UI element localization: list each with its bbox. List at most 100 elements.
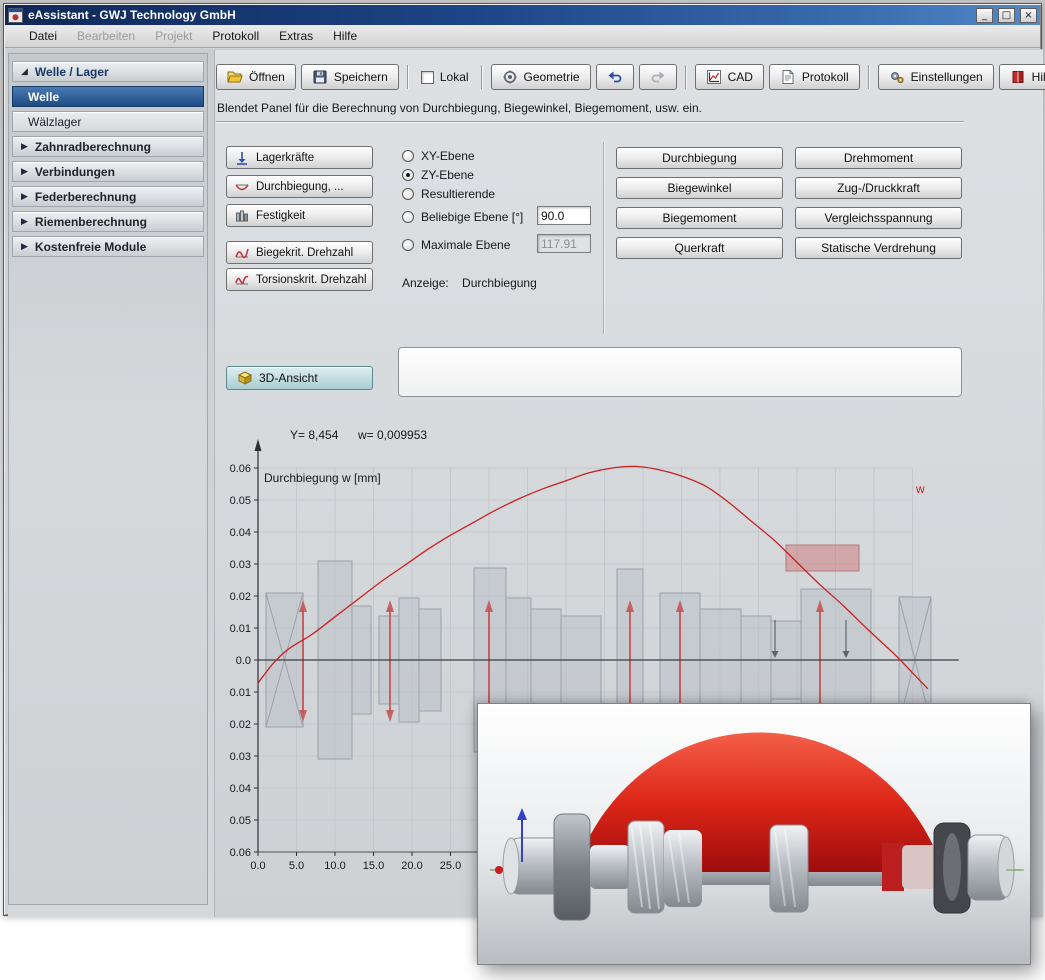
svg-text:0.02: 0.02 xyxy=(230,591,251,603)
radio-circle[interactable] xyxy=(402,211,414,223)
collapsed-indicator-icon: ▶ xyxy=(21,192,28,202)
result-label: Biegemoment xyxy=(662,211,736,225)
save-button[interactable]: Speichern xyxy=(301,64,399,90)
radio-circle[interactable] xyxy=(402,188,414,200)
durchbiegung-button[interactable]: Durchbiegung, ... xyxy=(226,175,373,198)
radio-xy-ebene[interactable]: XY-Ebene xyxy=(402,149,475,163)
sidebar-section-label: Verbindungen xyxy=(35,165,115,179)
cad-button-label: CAD xyxy=(728,70,753,84)
sidebar-item-waelzlager[interactable]: Wälzlager xyxy=(12,111,204,132)
lokal-checkbox[interactable] xyxy=(421,71,434,84)
sidebar-section-label: Federberechnung xyxy=(35,190,136,204)
protokoll-button[interactable]: Protokoll xyxy=(769,64,860,90)
radio-circle[interactable] xyxy=(402,150,414,162)
menu-item-bearbeiten: Bearbeiten xyxy=(77,29,135,43)
3d-preview-panel[interactable] xyxy=(477,703,1031,965)
svg-text:0.0: 0.0 xyxy=(250,860,265,872)
svg-text:10.0: 10.0 xyxy=(324,860,345,872)
menu-item-protokoll[interactable]: Protokoll xyxy=(212,29,259,43)
biegekrit-button[interactable]: Biegekrit. Drehzahl xyxy=(226,241,373,264)
sidebar-section-verbindungen[interactable]: ▶ Verbindungen xyxy=(12,161,204,182)
title-bar[interactable]: eAssistant - GWJ Technology GmbH _ □ × xyxy=(5,5,1040,25)
protokoll-button-label: Protokoll xyxy=(802,70,849,84)
torsionskrit-label: Torsionskrit. Drehzahl xyxy=(256,274,367,286)
result-button-biegemoment[interactable]: Biegemoment xyxy=(616,207,783,229)
maximize-button[interactable]: □ xyxy=(998,8,1015,23)
geometrie-button[interactable]: Geometrie xyxy=(491,64,591,90)
help-button[interactable]: Hilfe xyxy=(999,64,1045,90)
radio-maximale-ebene[interactable]: Maximale Ebene xyxy=(402,238,510,252)
svg-text:-0.03: -0.03 xyxy=(230,751,251,763)
shaft-segment xyxy=(902,845,938,889)
settings-gears-icon xyxy=(889,69,905,85)
lokal-checkbox-group[interactable]: Lokal xyxy=(417,70,473,84)
result-button-vergleichsspannung[interactable]: Vergleichsspannung xyxy=(795,207,962,229)
shaft-red-band xyxy=(882,843,904,891)
toolbar-separator xyxy=(407,65,409,89)
svg-text:0.03: 0.03 xyxy=(230,559,251,571)
menu-item-datei[interactable]: Datei xyxy=(29,29,57,43)
toolbar-separator xyxy=(868,65,870,89)
festigkeit-button[interactable]: Festigkeit xyxy=(226,204,373,227)
bending-critical-speed-icon xyxy=(234,245,250,261)
help-button-label: Hilfe xyxy=(1032,70,1045,84)
result-button-biegewinkel[interactable]: Biegewinkel xyxy=(616,177,783,199)
open-button[interactable]: Öffnen xyxy=(216,64,296,90)
sidebar-group-welle-lager[interactable]: ◢ Welle / Lager xyxy=(12,61,204,82)
lagerkraefte-button[interactable]: Lagerkräfte xyxy=(226,146,373,169)
sidebar-section-label: Zahnradberechnung xyxy=(35,140,151,154)
result-button-zug-druckkraft[interactable]: Zug-/Druckkraft xyxy=(795,177,962,199)
redo-icon xyxy=(650,69,666,85)
result-label: Zug-/Druckkraft xyxy=(837,181,920,195)
svg-text:w= 0,009953: w= 0,009953 xyxy=(357,428,427,442)
radio-zy-ebene[interactable]: ZY-Ebene xyxy=(402,168,474,182)
shaft-segment xyxy=(590,845,630,889)
view-3d-button[interactable]: 3D-Ansicht xyxy=(226,366,373,390)
undo-icon xyxy=(607,69,623,85)
strength-bars-icon xyxy=(234,208,250,224)
horizontal-separator xyxy=(216,121,964,123)
radio-beliebige-ebene[interactable]: Beliebige Ebene [°] xyxy=(402,210,523,224)
minimize-button[interactable]: _ xyxy=(976,8,993,23)
shaft-disc xyxy=(554,814,590,920)
menu-bar: Datei Bearbeiten Projekt Protokoll Extra… xyxy=(5,25,1040,48)
result-button-querkraft[interactable]: Querkraft xyxy=(616,237,783,259)
svg-text:0.01: 0.01 xyxy=(230,623,251,635)
svg-text:0.04: 0.04 xyxy=(230,527,251,539)
result-button-durchbiegung[interactable]: Durchbiegung xyxy=(616,147,783,169)
radio-label: XY-Ebene xyxy=(421,149,475,163)
save-floppy-icon xyxy=(312,69,328,85)
svg-text:0.06: 0.06 xyxy=(230,463,251,475)
sidebar-section-riemenberechnung[interactable]: ▶ Riemenberechnung xyxy=(12,211,204,232)
svg-text:-0.01: -0.01 xyxy=(230,687,251,699)
maximale-ebene-input xyxy=(537,234,591,253)
sidebar-item-welle[interactable]: Welle xyxy=(12,86,204,107)
close-button[interactable]: × xyxy=(1020,8,1037,23)
menu-item-extras[interactable]: Extras xyxy=(279,29,313,43)
radio-label: Resultierende xyxy=(421,187,495,201)
svg-text:5.0: 5.0 xyxy=(289,860,304,872)
settings-button[interactable]: Einstellungen xyxy=(878,64,994,90)
svg-text:Durchbiegung w [mm]: Durchbiegung w [mm] xyxy=(264,471,381,485)
result-button-statische-verdrehung[interactable]: Statische Verdrehung xyxy=(795,237,962,259)
sidebar-section-zahnradberechnung[interactable]: ▶ Zahnradberechnung xyxy=(12,136,204,157)
redo-button[interactable] xyxy=(639,64,677,90)
radio-circle[interactable] xyxy=(402,239,414,251)
result-button-drehmoment[interactable]: Drehmoment xyxy=(795,147,962,169)
radio-resultierende[interactable]: Resultierende xyxy=(402,187,495,201)
menu-item-hilfe[interactable]: Hilfe xyxy=(333,29,357,43)
sidebar-section-label: Kostenfreie Module xyxy=(35,240,146,254)
sidebar-section-federberechnung[interactable]: ▶ Federberechnung xyxy=(12,186,204,207)
radio-label: ZY-Ebene xyxy=(421,168,474,182)
sidebar-section-kostenfreie-module[interactable]: ▶ Kostenfreie Module xyxy=(12,236,204,257)
collapsed-indicator-icon: ▶ xyxy=(21,242,28,252)
sidebar-item-label: Wälzlager xyxy=(28,115,81,129)
navigation-sidebar: ◢ Welle / Lager Welle Wälzlager ▶ Zahnra… xyxy=(8,53,208,905)
beliebige-ebene-input[interactable] xyxy=(537,206,591,225)
collapsed-indicator-icon: ▶ xyxy=(21,142,28,152)
cad-button[interactable]: CAD xyxy=(695,64,764,90)
undo-button[interactable] xyxy=(596,64,634,90)
radio-circle-selected[interactable] xyxy=(402,169,414,181)
svg-text:0.0: 0.0 xyxy=(236,655,251,667)
torsionskrit-button[interactable]: Torsionskrit. Drehzahl xyxy=(226,268,373,291)
